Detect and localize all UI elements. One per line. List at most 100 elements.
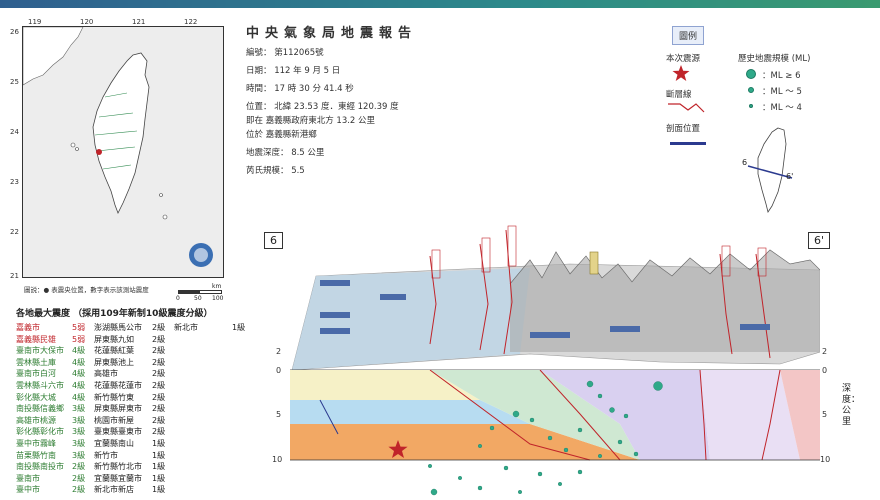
intensity-station: 澎湖縣馬公市 (94, 323, 142, 332)
intensity-station: 高雄市桃源 (16, 415, 56, 425)
intensity-level: 2級 (152, 392, 166, 402)
cross-section (290, 225, 820, 496)
intensity-station: 臺中市 (16, 485, 40, 495)
intensity-station: 臺東縣臺東市 (94, 427, 142, 437)
intensity-level: 1級 (152, 450, 166, 460)
intensity-station: 屏東縣九如 (94, 334, 134, 344)
profile-line-icon (670, 142, 706, 145)
intensity-level: 2級 (152, 404, 166, 414)
axis-right-tick: 0 (822, 366, 828, 375)
intensity-station: 南投縣信義鄉 (16, 404, 64, 414)
legend-ml6: ：ML ≥ 6 (762, 71, 801, 81)
intensity-level: 5弱 (72, 334, 86, 344)
intensity-level: 1級 (152, 485, 166, 495)
report-magnitude: 芮氏規模： 5.5 (246, 166, 305, 176)
axis-left-tick: 5 (276, 410, 282, 419)
intensity-station: 臺中市霧峰 (16, 439, 56, 448)
intensity-level: 2級 (152, 427, 166, 437)
lon-tick: 121 (132, 18, 146, 26)
intensity-level: 5弱 (72, 323, 86, 332)
intensity-level: 2級 (152, 369, 166, 379)
ml4-icon (749, 104, 753, 108)
report-depth: 地震深度： 8.5 公里 (246, 148, 325, 158)
intensity-level: 4級 (72, 392, 86, 402)
location-map (22, 26, 224, 278)
legend-ml4: ：ML ～ 4 (762, 103, 802, 113)
intensity-level: 4級 (72, 357, 86, 367)
intensity-station: 南投縣南投市 (16, 462, 64, 472)
intensity-level: 2級 (72, 485, 86, 495)
intensity-level: 3級 (72, 415, 86, 425)
axis-left-tick: 2 (276, 347, 282, 356)
intensity-level: 1級 (152, 473, 166, 483)
intensity-station: 臺南市 (16, 473, 40, 483)
lat-tick: 25 (10, 78, 19, 86)
intensity-station: 宜蘭縣宜蘭市 (94, 473, 142, 483)
intensity-station: 花蓮縣花蓮市 (94, 381, 142, 390)
lat-tick: 23 (10, 178, 19, 186)
axis-right-tick: 10 (820, 455, 831, 464)
lat-tick: 21 (10, 272, 19, 280)
intensity-level: 3級 (72, 404, 86, 414)
axis-right-tick: 2 (822, 347, 828, 356)
intensity-level: 4級 (72, 346, 86, 356)
legend-ml5: ：ML ～ 5 (762, 87, 802, 97)
report-date: 日期： 112 年 9 月 5 日 (246, 66, 341, 76)
intensity-station: 高雄市 (94, 369, 118, 379)
report-page: 119 120 121 122 26 25 24 23 22 21 圖説：● 表… (0, 0, 880, 500)
report-located: 位於 嘉義縣新港鄉 (246, 130, 317, 140)
scale-bar (178, 290, 222, 294)
intensity-level: 2級 (152, 323, 166, 332)
intensity-station: 新竹市 (94, 450, 118, 460)
fault-line-icon (668, 103, 705, 113)
intensity-station: 宜蘭縣南山 (94, 439, 134, 448)
axis-left-tick: 10 (272, 455, 283, 464)
intensity-level: 3級 (72, 427, 86, 437)
intensity-level: 2級 (152, 357, 166, 367)
inset-profile-a: 6 (742, 158, 748, 167)
depth-axis-label: 深度：公里 (842, 384, 861, 427)
lon-tick: 122 (184, 18, 198, 26)
lat-tick: 26 (10, 28, 19, 36)
star-icon (672, 65, 690, 81)
intensity-station: 彰化縣大城 (16, 392, 56, 402)
legend-history-title: 歷史地震規模 (ML) (738, 54, 811, 64)
intensity-station: 苗栗縣竹南 (16, 450, 56, 460)
intensity-level: 4級 (72, 369, 86, 379)
intensity-title: 各地最大震度 （採用109年新制10級震度分級） (16, 309, 213, 319)
ml6-icon (746, 69, 756, 79)
intensity-station: 彰化縣彰化市 (16, 427, 64, 437)
intensity-station: 屏東縣屏東市 (94, 404, 142, 414)
intensity-station: 嘉義縣民雄 (16, 334, 56, 344)
intensity-level: 1級 (232, 323, 246, 332)
ml5-icon (748, 87, 754, 93)
legend-profile-label: 剖面位置 (666, 124, 701, 134)
intensity-level: 2級 (72, 473, 86, 483)
scale-unit: km (212, 283, 222, 290)
report-number: 編號： 第112065號 (246, 48, 324, 58)
inset-profile-b: 6' (786, 172, 794, 181)
scale-label: 50 (194, 295, 202, 302)
scale-label: 100 (212, 295, 224, 302)
lon-tick: 120 (80, 18, 94, 26)
intensity-station: 臺南市大保市 (16, 346, 64, 356)
lat-tick: 22 (10, 228, 19, 236)
intensity-level: 2級 (152, 334, 166, 344)
intensity-level: 1級 (152, 439, 166, 448)
taiwan-map (22, 26, 223, 277)
intensity-station: 新北市 (174, 323, 198, 332)
intensity-level: 1級 (152, 462, 166, 472)
intensity-level: 2級 (152, 381, 166, 390)
top-banner (0, 0, 880, 8)
intensity-station: 臺南市白河 (16, 369, 56, 379)
intensity-level: 3級 (72, 439, 86, 448)
map-legend-text: 圖説：● 表震央位置，數字表示該測站震度 (24, 286, 149, 294)
lat-tick: 24 (10, 128, 19, 136)
intensity-station: 嘉義市 (16, 323, 40, 332)
intensity-station: 新竹縣竹北市 (94, 462, 142, 472)
intensity-level: 2級 (72, 462, 86, 472)
intensity-station: 新北市新店 (94, 485, 134, 495)
intensity-station: 桃園市新屋 (94, 415, 134, 425)
report-time: 時間： 17 時 30 分 41.4 秒 (246, 84, 354, 94)
report-title: 中央氣象局地震報告 (246, 26, 418, 41)
